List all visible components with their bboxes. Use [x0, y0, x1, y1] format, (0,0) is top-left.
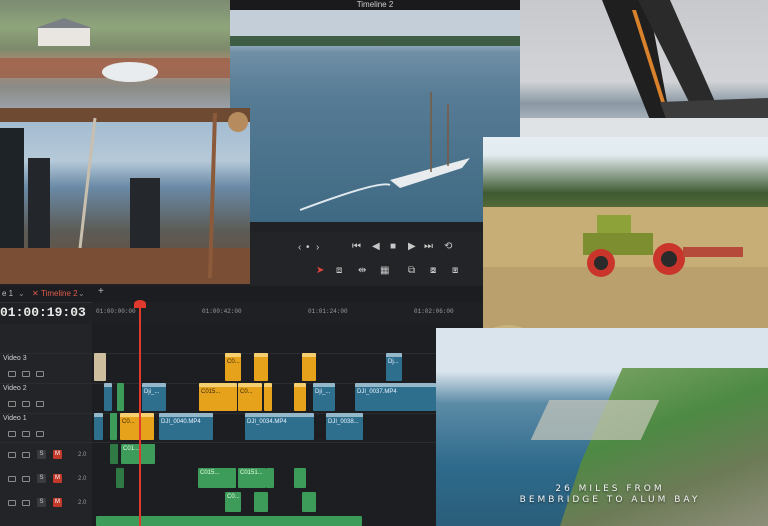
timeline-clip[interactable] [264, 383, 272, 411]
audio-clip[interactable] [254, 492, 268, 512]
timeline-ruler[interactable]: 01:00:00:00 01:00:42:00 01:01:24:00 01:0… [92, 302, 520, 325]
audio-clip[interactable]: C01... [121, 444, 155, 464]
timeline-clip[interactable]: C0... [120, 413, 154, 440]
photo-crew-on-deck [0, 108, 250, 284]
photo-caption-text: 26 MILES FROM BEMBRIDGE TO ALUM BAY [519, 484, 701, 505]
timeline-clip[interactable] [94, 413, 103, 440]
track-headers: Video 3 Video 2 Video 1 S M 2.0 S M 2.0 … [0, 324, 92, 526]
lock-icon[interactable] [8, 431, 16, 437]
playhead-handle[interactable] [134, 300, 146, 308]
timeline-clip[interactable] [302, 353, 316, 381]
timeline-clip[interactable]: DJI_0038... [326, 413, 363, 440]
add-tab-icon[interactable]: + [98, 286, 104, 298]
timeline-clip[interactable] [117, 383, 124, 411]
photo-caption: 26 MILES FROM BEMBRIDGE TO ALUM BAY [500, 484, 720, 506]
timeline-clip[interactable]: Dj... [386, 353, 402, 381]
white-cliffs [530, 400, 660, 440]
chevron-down-icon[interactable]: ⌄ [78, 288, 85, 300]
monitor-icon[interactable] [36, 431, 44, 437]
ruler-label: 01:02:06:00 [414, 308, 454, 315]
audio-level: 2.0 [78, 476, 87, 482]
audio-clip[interactable] [96, 516, 362, 526]
solo-button[interactable]: S [37, 498, 46, 507]
dynamic-trim-icon[interactable]: ⇹ [358, 265, 366, 277]
timeline-clip[interactable] [254, 353, 268, 381]
timeline-clip[interactable]: DJI_0034.MP4 [245, 413, 314, 440]
playhead[interactable] [139, 302, 141, 526]
audio-level: 2.0 [78, 500, 87, 506]
chevron-down-icon[interactable]: ⌄ [18, 288, 25, 300]
mute-button[interactable]: M [53, 498, 62, 507]
track-name-video-2: Video 2 [3, 385, 27, 392]
timecode-display: 01:00:19:03 [0, 305, 86, 320]
pointer-tool-icon[interactable]: ➤ [316, 265, 324, 277]
timeline-clip[interactable]: DJI_0040.MP4 [159, 413, 213, 440]
ruler-label: 01:01:24:00 [308, 308, 348, 315]
viewer-title[interactable]: Timeline 2 [230, 0, 520, 10]
chevron-right-icon[interactable]: › [316, 242, 319, 254]
photo-sailing-yacht [520, 0, 768, 148]
lock-icon[interactable] [8, 401, 16, 407]
viewer-frame [230, 10, 520, 222]
audio-clip[interactable]: C015... [198, 468, 236, 488]
audio-clip[interactable] [294, 468, 306, 488]
timeline-clip[interactable]: Dji_... [142, 383, 166, 411]
timeline-clip[interactable]: C015... [199, 383, 237, 411]
audio-clip[interactable]: C0151... [238, 468, 266, 488]
auto-select-icon[interactable] [22, 476, 30, 482]
audio-clip[interactable] [116, 468, 124, 488]
ruler-label: 01:00:42:00 [202, 308, 242, 315]
ruler-label: 01:00:00:00 [96, 308, 136, 315]
audio-clip[interactable] [266, 468, 274, 488]
timeline-clip[interactable] [294, 383, 306, 411]
tab-timeline-1[interactable]: e 1 [2, 288, 13, 300]
timeline-clip[interactable]: C0... [238, 383, 262, 411]
stop-icon[interactable]: ■ [390, 241, 396, 253]
auto-select-icon[interactable] [22, 452, 30, 458]
blade-tool-icon[interactable]: ▦ [380, 265, 389, 277]
timeline-clip[interactable]: C0... [225, 353, 241, 381]
track-name-video-1: Video 1 [3, 415, 27, 422]
timeline-clip[interactable] [104, 383, 112, 411]
mute-button[interactable]: M [53, 450, 62, 459]
monitor-icon[interactable] [36, 371, 44, 377]
lock-icon[interactable] [8, 452, 16, 458]
auto-select-icon[interactable] [22, 500, 30, 506]
auto-select-icon[interactable] [22, 431, 30, 437]
skip-back-icon[interactable]: ⏮ [352, 241, 361, 253]
solo-button[interactable]: S [37, 450, 46, 459]
chevron-left-icon[interactable]: ‹ [298, 242, 301, 254]
trim-tool-icon[interactable]: ⧈ [336, 265, 342, 277]
replace-clip-icon[interactable]: ⧆ [452, 265, 458, 277]
monitor-icon[interactable] [36, 401, 44, 407]
transport-controls: ‹ • › ⏮ ◀ ■ ▶ ⏭ ⟲ ➤ ⧈ ⇹ ▦ ⧉ ⧇ ⧆ [250, 232, 520, 286]
tab-timeline-2[interactable]: Timeline 2 [41, 288, 78, 300]
lock-icon[interactable] [8, 500, 16, 506]
photo-cliff-house [0, 0, 230, 108]
overwrite-clip-icon[interactable]: ⧇ [430, 265, 436, 277]
timeline-clip[interactable]: Dji_... [313, 383, 335, 411]
auto-select-icon[interactable] [22, 401, 30, 407]
audio-level: 2.0 [78, 452, 87, 458]
lock-icon[interactable] [8, 371, 16, 377]
loop-icon[interactable]: ⟲ [444, 241, 452, 253]
play-icon[interactable]: ▶ [408, 241, 416, 253]
audio-clip[interactable]: C0... [225, 492, 241, 512]
track-name-video-3: Video 3 [3, 355, 27, 362]
lock-icon[interactable] [8, 476, 16, 482]
mute-button[interactable]: M [53, 474, 62, 483]
timeline-tabs: e 1 ⌄ ✕ Timeline 2 ⌄ + [0, 286, 520, 303]
audio-clip[interactable] [110, 444, 118, 464]
timeline-clip[interactable]: DJI_0037.MP4 [355, 383, 436, 411]
auto-select-icon[interactable] [22, 371, 30, 377]
solo-button[interactable]: S [37, 474, 46, 483]
timeline-clip[interactable] [94, 353, 106, 381]
skip-forward-icon[interactable]: ⏭ [424, 241, 433, 253]
play-reverse-icon[interactable]: ◀ [372, 241, 380, 253]
insert-clip-icon[interactable]: ⧉ [408, 265, 415, 277]
dot-icon: • [306, 242, 310, 253]
timeline-clip[interactable] [110, 413, 117, 440]
tab-close-icon[interactable]: ✕ [32, 288, 39, 300]
audio-clip[interactable] [302, 492, 316, 512]
